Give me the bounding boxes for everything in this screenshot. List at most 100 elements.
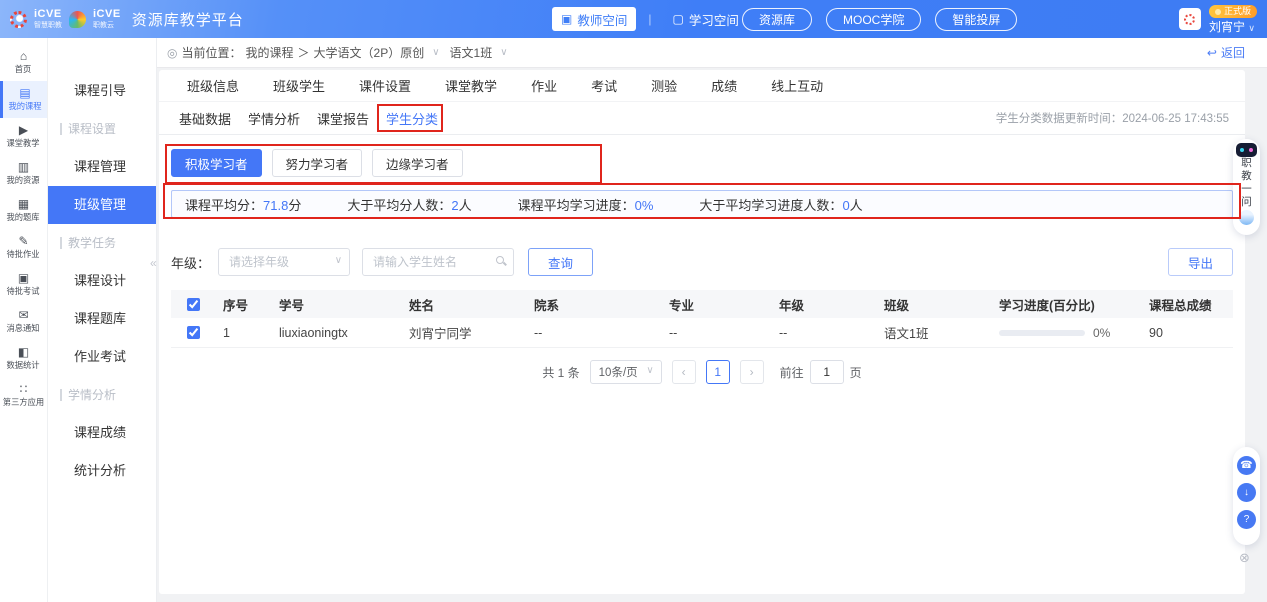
chevron-down-icon[interactable]: ∨ bbox=[500, 47, 507, 58]
resources-icon: ▥ bbox=[18, 161, 29, 174]
home-icon: ⌂ bbox=[20, 50, 27, 63]
subtab-learning-analysis[interactable]: 学情分析 bbox=[248, 109, 300, 128]
app-icon[interactable] bbox=[1179, 8, 1201, 30]
header-progress: 学习进度(百分比) bbox=[991, 295, 1141, 314]
learner-category-buttons: 积极学习者 努力学习者 边缘学习者 bbox=[171, 149, 1233, 177]
row-checkbox[interactable] bbox=[187, 326, 200, 339]
rail-item-question-bank[interactable]: ▦我的题库 bbox=[0, 192, 47, 229]
tab-grades[interactable]: 成绩 bbox=[711, 76, 737, 95]
logo-secondary-name: iCVE bbox=[93, 9, 121, 20]
back-icon: ↩ bbox=[1207, 46, 1217, 60]
smart-casting-button[interactable]: 智能投屏 bbox=[935, 8, 1017, 31]
goto-page-input[interactable] bbox=[810, 360, 844, 384]
mooc-college-button[interactable]: MOOC学院 bbox=[826, 8, 921, 31]
tab-homework[interactable]: 作业 bbox=[531, 76, 557, 95]
tab-online-interaction[interactable]: 线上互动 bbox=[771, 76, 823, 95]
user-info[interactable]: 正式版 刘宵宁 ∨ bbox=[1209, 5, 1257, 33]
section-bar-icon bbox=[60, 389, 62, 401]
cell-name: 刘宵宁同学 bbox=[401, 323, 526, 342]
floating-toolbar: ☎ ↓ ? bbox=[1233, 447, 1260, 545]
select-all-checkbox[interactable] bbox=[187, 298, 200, 311]
export-button[interactable]: 导出 bbox=[1168, 248, 1233, 276]
rail-item-pending-exams[interactable]: ▣待批考试 bbox=[0, 266, 47, 303]
teacher-space-button[interactable]: ▣ 教师空间 bbox=[552, 7, 636, 31]
category-striving-learners-button[interactable]: 努力学习者 bbox=[272, 149, 363, 177]
quick-links-nav: 资源库 MOOC学院 智能投屏 bbox=[742, 0, 1017, 38]
subtab-basic-data[interactable]: 基础数据 bbox=[179, 109, 231, 128]
rail-item-pending-homework[interactable]: ✎待批作业 bbox=[0, 229, 47, 266]
rail-item-notifications[interactable]: ✉消息通知 bbox=[0, 303, 47, 340]
submenu-item-homework-exam[interactable]: 作业考试 bbox=[48, 338, 156, 376]
submenu-item-course-design[interactable]: 课程设计 bbox=[48, 262, 156, 300]
breadcrumb-my-courses[interactable]: 我的课程 bbox=[246, 44, 294, 61]
user-caret-icon: ∨ bbox=[1248, 23, 1255, 33]
assistant-char: 职 bbox=[1241, 157, 1252, 170]
category-stats-bar: 课程平均分：71.8分 大于平均分人数：2人 课程平均学习进度：0% 大于平均学… bbox=[171, 190, 1233, 218]
header-department: 院系 bbox=[526, 295, 661, 314]
rail-item-statistics[interactable]: ◧数据统计 bbox=[0, 340, 47, 377]
pagination-total: 共 1 条 bbox=[542, 364, 579, 381]
page-size-select[interactable]: 10条/页 ∨ bbox=[590, 360, 662, 384]
toolbar-close-icon[interactable]: ⊗ bbox=[1239, 550, 1250, 566]
sub-tabs: 基础数据 学情分析 课堂报告 学生分类 学生分类数据更新时间：2024-06-2… bbox=[159, 102, 1245, 135]
main-card: 班级信息 班级学生 课件设置 课堂教学 作业 考试 测验 成绩 线上互动 基础数… bbox=[159, 70, 1245, 594]
tab-classroom-teaching[interactable]: 课堂教学 bbox=[445, 76, 497, 95]
submenu-item-course-question-bank[interactable]: 课程题库 bbox=[48, 300, 156, 338]
submenu-item-statistical-analysis[interactable]: 统计分析 bbox=[48, 452, 156, 490]
breadcrumb-class-select[interactable]: 语文1班 bbox=[450, 44, 493, 61]
prev-page-button[interactable]: ‹ bbox=[672, 360, 696, 384]
rail-item-my-courses[interactable]: ▤我的课程 bbox=[0, 81, 47, 118]
submenu-item-course-management[interactable]: 课程管理 bbox=[48, 148, 156, 186]
student-name-search[interactable] bbox=[362, 248, 514, 276]
rail-item-home[interactable]: ⌂首页 bbox=[0, 44, 47, 81]
stat-label: 大于平均分人数： bbox=[347, 198, 451, 213]
category-active-learners-button[interactable]: 积极学习者 bbox=[171, 149, 262, 177]
rail-item-third-party[interactable]: ∷第三方应用 bbox=[0, 377, 47, 414]
rail-label: 待批考试 bbox=[7, 286, 40, 296]
grade-select-input[interactable] bbox=[218, 248, 350, 276]
rail-label: 我的资源 bbox=[7, 175, 40, 185]
tab-courseware-settings[interactable]: 课件设置 bbox=[359, 76, 411, 95]
next-page-button[interactable]: › bbox=[740, 360, 764, 384]
tab-class-info[interactable]: 班级信息 bbox=[187, 76, 239, 95]
zhijiao-assistant-widget[interactable]: 职 教 一 问 bbox=[1233, 139, 1260, 235]
logo-primary-sub: 智慧职教 bbox=[34, 22, 62, 29]
stat-above-average-count: 大于平均分人数：2人 bbox=[347, 195, 471, 214]
cell-seq: 1 bbox=[215, 326, 271, 340]
download-icon[interactable]: ↓ bbox=[1237, 483, 1256, 502]
header-class: 班级 bbox=[876, 295, 991, 314]
progress-bar bbox=[999, 330, 1085, 336]
learning-space-button[interactable]: ▢ 学习空间 bbox=[663, 7, 747, 31]
customer-service-icon[interactable]: ☎ bbox=[1237, 456, 1256, 475]
resource-library-button[interactable]: 资源库 bbox=[742, 8, 812, 31]
subtab-class-report[interactable]: 课堂报告 bbox=[317, 109, 369, 128]
rail-item-classroom-teaching[interactable]: ▶课堂教学 bbox=[0, 118, 47, 155]
student-name-input[interactable] bbox=[362, 248, 514, 276]
main-tabs: 班级信息 班级学生 课件设置 课堂教学 作业 考试 测验 成绩 线上互动 bbox=[159, 70, 1245, 102]
cell-department: -- bbox=[526, 326, 661, 340]
submenu-item-course-guide[interactable]: 课程引导 bbox=[48, 72, 156, 110]
tab-quiz[interactable]: 测验 bbox=[651, 76, 677, 95]
subtab-student-classification[interactable]: 学生分类 bbox=[386, 109, 438, 128]
tab-class-students[interactable]: 班级学生 bbox=[273, 76, 325, 95]
query-button[interactable]: 查询 bbox=[528, 248, 593, 276]
back-button[interactable]: ↩ 返回 bbox=[1207, 44, 1245, 61]
tab-exam[interactable]: 考试 bbox=[591, 76, 617, 95]
help-icon[interactable]: ? bbox=[1237, 510, 1256, 529]
user-name[interactable]: 刘宵宁 ∨ bbox=[1209, 21, 1255, 33]
rail-item-my-resources[interactable]: ▥我的资源 bbox=[0, 155, 47, 192]
page-1-button[interactable]: 1 bbox=[706, 360, 730, 384]
cell-student-id: liuxiaoningtx bbox=[271, 326, 401, 340]
sidebar-collapse-handle[interactable]: « bbox=[150, 256, 157, 270]
page-size-value[interactable]: 10条/页 bbox=[590, 360, 662, 384]
grade-select[interactable]: ∨ bbox=[218, 248, 350, 276]
submenu-section-course-settings: 课程设置 bbox=[48, 110, 156, 148]
submenu-item-course-grades[interactable]: 课程成绩 bbox=[48, 414, 156, 452]
category-marginal-learners-button[interactable]: 边缘学习者 bbox=[372, 149, 463, 177]
submenu-item-class-management[interactable]: 班级管理 bbox=[48, 186, 156, 224]
version-badge-label: 正式版 bbox=[1224, 7, 1251, 16]
breadcrumb-course-select[interactable]: 大学语文（2P）原创 bbox=[314, 44, 425, 61]
chevron-down-icon[interactable]: ∨ bbox=[432, 47, 439, 58]
header-name: 姓名 bbox=[401, 295, 526, 314]
cell-major: -- bbox=[661, 326, 771, 340]
